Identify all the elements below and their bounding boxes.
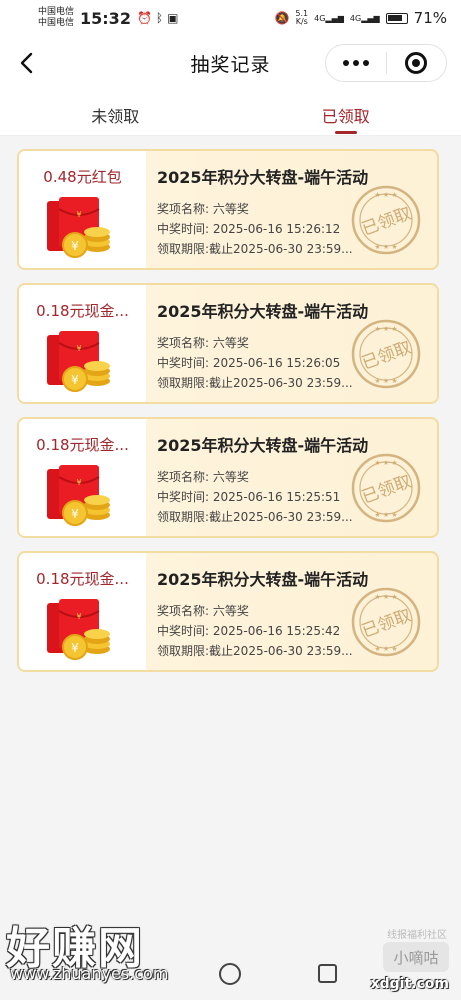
- prize-panel: 0.48元红包 ¥ ¥: [19, 151, 146, 268]
- prize-name: 0.18元现金...: [36, 436, 129, 454]
- svg-text:★ ★ ★: ★ ★ ★: [374, 377, 397, 385]
- target-icon: [405, 52, 428, 74]
- status-icons-left: ⏰ ᛒ ▣: [137, 11, 179, 25]
- record-card[interactable]: 0.18元现金... ¥ ¥ 2025年积分大转盘-端午活动 奖项名称: 六等奖…: [17, 551, 439, 672]
- claimed-stamp-icon: 已领取 ★ ★ ★ ★ ★ ★: [351, 185, 421, 255]
- recent-apps-button[interactable]: [318, 964, 337, 983]
- signal-2-label: 4G: [349, 13, 362, 23]
- close-program-button[interactable]: [387, 45, 447, 81]
- record-card[interactable]: 0.18元现金... ¥ ¥ 2025年积分大转盘-端午活动 奖项名称: 六等奖…: [17, 283, 439, 404]
- svg-text:★ ★ ★: ★ ★ ★: [374, 593, 397, 601]
- prize-name: 0.48元红包: [43, 168, 122, 186]
- win-time: 中奖时间: 2025-06-16 15:25:51: [157, 490, 341, 504]
- red-envelope-coins-icon: ¥ ¥: [46, 197, 110, 258]
- more-button[interactable]: [326, 45, 386, 81]
- svg-text:★ ★ ★: ★ ★ ★: [374, 459, 397, 467]
- carrier-info: 中国电信 中国电信: [38, 7, 74, 29]
- svg-text:¥: ¥: [76, 210, 81, 219]
- red-envelope-coins-icon: ¥ ¥: [46, 331, 110, 392]
- win-time: 中奖时间: 2025-06-16 15:26:05: [157, 356, 341, 370]
- carrier-1: 中国电信: [38, 7, 75, 17]
- svg-text:★ ★ ★: ★ ★ ★: [374, 511, 397, 519]
- svg-text:★ ★ ★: ★ ★ ★: [374, 191, 397, 199]
- claimed-stamp-icon: 已领取 ★ ★ ★ ★ ★ ★: [351, 453, 421, 523]
- signal-2-icon: 4G▂▄▆: [349, 13, 380, 23]
- svg-text:¥: ¥: [76, 612, 81, 621]
- battery-icon: [385, 12, 408, 24]
- stamp-text: 已领取: [359, 472, 414, 508]
- claimed-stamp-icon: 已领取 ★ ★ ★ ★ ★ ★: [351, 319, 421, 389]
- watermark-community: 线报福利社区: [387, 930, 447, 941]
- claim-deadline: 领取期限:截止2025-06-30 23:59...: [157, 376, 353, 390]
- record-info: 2025年积分大转盘-端午活动 奖项名称: 六等奖 中奖时间: 2025-06-…: [146, 285, 437, 402]
- win-time: 中奖时间: 2025-06-16 15:25:42: [157, 624, 341, 638]
- svg-text:¥: ¥: [76, 344, 81, 353]
- prize-panel: 0.18元现金... ¥ ¥: [19, 285, 146, 402]
- nav-bar: 抽奖记录: [0, 36, 461, 90]
- win-time: 中奖时间: 2025-06-16 15:26:12: [157, 222, 341, 236]
- svg-text:¥: ¥: [71, 373, 79, 387]
- tab-unclaimed[interactable]: 未领取: [0, 90, 231, 135]
- chevron-left-icon: [20, 52, 33, 74]
- stamp-text: 已领取: [359, 204, 414, 240]
- prize-name: 0.18元现金...: [36, 570, 129, 588]
- tab-claimed[interactable]: 已领取: [231, 90, 461, 135]
- bluetooth-icon: ᛒ: [155, 11, 164, 25]
- prize-level: 奖项名称: 六等奖: [157, 604, 249, 618]
- mute-icon: 🔕: [274, 11, 290, 25]
- net-speed-unit: K/s: [295, 17, 308, 26]
- record-info: 2025年积分大转盘-端午活动 奖项名称: 六等奖 中奖时间: 2025-06-…: [146, 553, 437, 670]
- status-icons-right: 🔕 5.1 K/s 4G▂▄▆ 4G▂▄▆ 71%: [274, 9, 447, 27]
- svg-text:★ ★ ★: ★ ★ ★: [374, 645, 397, 653]
- record-info: 2025年积分大转盘-端午活动 奖项名称: 六等奖 中奖时间: 2025-06-…: [146, 151, 437, 268]
- prize-level: 奖项名称: 六等奖: [157, 336, 249, 350]
- red-envelope-coins-icon: ¥ ¥: [46, 599, 110, 660]
- stamp-text: 已领取: [359, 338, 414, 374]
- more-icon: [342, 60, 369, 66]
- records-list: 0.48元红包 ¥ ¥ 2025年积分大转盘-端午活动 奖项名称: 六等奖 中奖…: [17, 149, 439, 685]
- clock: 15:32: [80, 8, 131, 28]
- prize-panel: 0.18元现金... ¥ ¥: [19, 553, 146, 670]
- battery-percent: 71%: [413, 9, 447, 27]
- prize-level: 奖项名称: 六等奖: [157, 470, 249, 484]
- page-title: 抽奖记录: [190, 53, 271, 76]
- svg-text:¥: ¥: [71, 239, 79, 253]
- record-info: 2025年积分大转盘-端午活动 奖项名称: 六等奖 中奖时间: 2025-06-…: [146, 419, 437, 536]
- claimed-stamp-icon: 已领取 ★ ★ ★ ★ ★ ★: [351, 587, 421, 657]
- status-bar: 中国电信 中国电信 15:32 ⏰ ᛒ ▣ 🔕 5.1 K/s 4G▂▄▆ 4G…: [0, 0, 461, 36]
- record-card[interactable]: 0.18元现金... ¥ ¥ 2025年积分大转盘-端午活动 奖项名称: 六等奖…: [17, 417, 439, 538]
- nfc-icon: ▣: [167, 11, 179, 25]
- signal-1-icon: 4G▂▄▆: [314, 13, 344, 23]
- stamp-text: 已领取: [359, 606, 414, 642]
- tab-bar: 未领取 已领取: [0, 90, 461, 136]
- prize-panel: 0.18元现金... ¥ ¥: [19, 419, 146, 536]
- carrier-2: 中国电信: [38, 18, 75, 28]
- claim-deadline: 领取期限:截止2025-06-30 23:59...: [157, 644, 353, 658]
- red-envelope-coins-icon: ¥ ¥: [46, 465, 110, 526]
- svg-text:★ ★ ★: ★ ★ ★: [374, 325, 397, 333]
- mini-program-capsule: [325, 44, 447, 82]
- home-button[interactable]: [219, 963, 241, 985]
- claim-deadline: 领取期限:截止2025-06-30 23:59...: [157, 242, 353, 256]
- svg-text:¥: ¥: [71, 641, 79, 655]
- signal-1-label: 4G: [314, 13, 326, 23]
- prize-name: 0.18元现金...: [36, 302, 129, 320]
- claim-deadline: 领取期限:截止2025-06-30 23:59...: [157, 510, 353, 524]
- net-speed: 5.1 K/s: [295, 10, 308, 26]
- svg-text:★ ★ ★: ★ ★ ★: [374, 243, 397, 251]
- prize-level: 奖项名称: 六等奖: [157, 202, 249, 216]
- alarm-icon: ⏰: [136, 11, 152, 25]
- record-card[interactable]: 0.48元红包 ¥ ¥ 2025年积分大转盘-端午活动 奖项名称: 六等奖 中奖…: [17, 149, 439, 270]
- back-button[interactable]: [14, 48, 42, 78]
- svg-text:¥: ¥: [71, 507, 79, 521]
- svg-text:¥: ¥: [76, 478, 81, 487]
- system-nav-bar: [0, 955, 461, 995]
